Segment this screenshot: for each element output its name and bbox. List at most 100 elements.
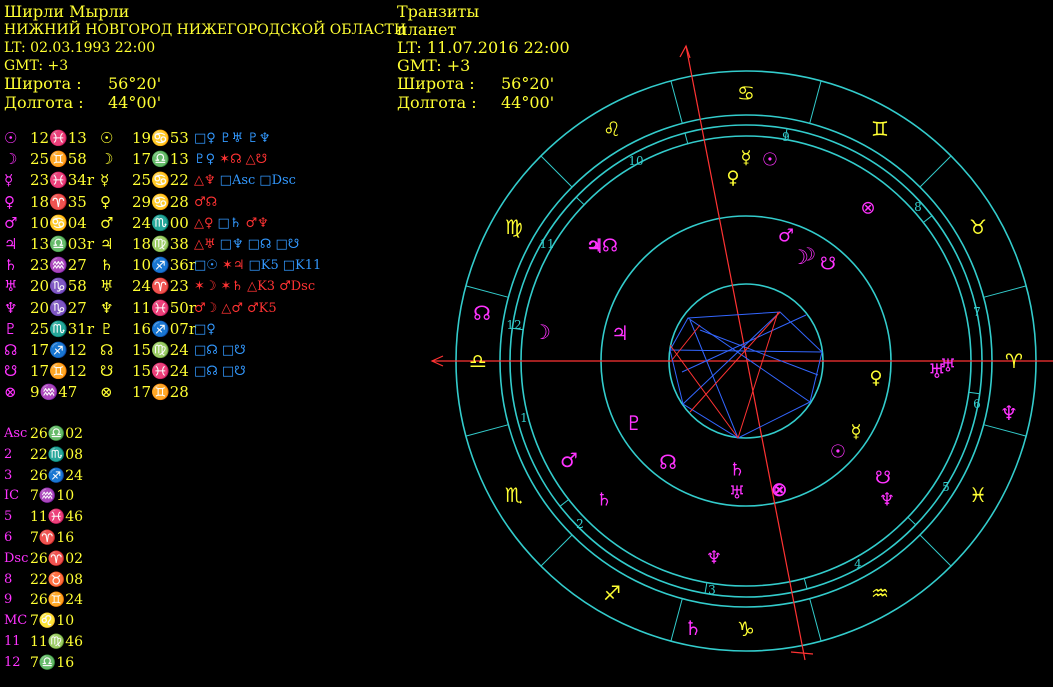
natal-position: 23♓34r bbox=[30, 171, 95, 190]
transit-position: 10♐36r bbox=[132, 256, 197, 275]
aspect-list: □☉ ✶♃ □K5 □K11 bbox=[194, 255, 325, 276]
aspect-item: □☉ bbox=[194, 258, 218, 274]
house-numbers: 123456789101112 bbox=[506, 130, 980, 597]
transit-planet-glyph: ☉ bbox=[762, 150, 778, 171]
house-cusp-tick bbox=[684, 132, 689, 144]
natal-planet-glyph: ☽ bbox=[533, 320, 551, 344]
natal-planet-glyph: ♅ bbox=[928, 359, 946, 383]
sign-divider bbox=[983, 285, 1027, 298]
transit-position: 17♎13 bbox=[132, 150, 189, 169]
natal-header: Ширли Мырли НИЖНИЙ НОВГОРОД НИЖЕГОРОДСКО… bbox=[4, 3, 406, 113]
longitude-value: 44°00' bbox=[108, 93, 162, 112]
transit-position: 19♋53 bbox=[132, 129, 189, 147]
house-cusp-tick bbox=[803, 578, 808, 590]
transit-planet-glyph: ⊗ bbox=[100, 383, 113, 402]
house-cusp-tick bbox=[575, 196, 585, 206]
transit-gmt: GMT: +3 bbox=[397, 56, 471, 75]
sign-divider bbox=[670, 80, 683, 124]
natal-planet-glyph: ♄ bbox=[4, 256, 18, 275]
house-number: 4 bbox=[854, 557, 862, 571]
cusp-label: 5 bbox=[4, 509, 13, 525]
transit-position: 17♊28 bbox=[132, 383, 189, 402]
house-cusp-tick bbox=[922, 215, 933, 223]
house-number: 8 bbox=[914, 200, 922, 214]
natal-position: 17♐12 bbox=[30, 340, 87, 359]
cusp-label: 6 bbox=[4, 529, 13, 545]
natal-planet-glyph: ♂ bbox=[560, 448, 578, 472]
transit-planet-glyph: ♀ bbox=[100, 192, 111, 211]
natal-position: 13♎03r bbox=[30, 234, 95, 253]
aspect-list: △♀ □♄ ♂♆ bbox=[194, 213, 273, 234]
transit-position: 25♋22 bbox=[132, 171, 189, 190]
sign-divider bbox=[465, 285, 509, 298]
zodiac-sign-glyph: ♓ bbox=[969, 483, 987, 507]
natal-planet-glyph: ☊ bbox=[473, 301, 491, 325]
transit-planet-glyph: ♃ bbox=[100, 234, 114, 253]
cusp-value: 26♊24 bbox=[30, 592, 84, 609]
transit-longitude-label: Долгота : bbox=[397, 93, 477, 112]
aspect-list: △♆ □Asc □Dsc bbox=[194, 170, 300, 191]
sign-divider bbox=[540, 534, 573, 567]
natal-planet-glyph: ⊗ bbox=[4, 383, 17, 402]
aspect-item: △♀ bbox=[194, 215, 214, 231]
transit-title: Транзиты bbox=[397, 2, 480, 21]
latitude-label: Широта : bbox=[4, 74, 82, 93]
natal-planet-glyph: ☋ bbox=[4, 362, 18, 381]
cusp-label: Dsc bbox=[4, 550, 29, 566]
natal-planet-glyph: ☿ bbox=[4, 171, 14, 190]
cusp-value: 22♏08 bbox=[30, 446, 84, 463]
transit-planet-glyph: ☉ bbox=[830, 442, 846, 463]
aspect-item: □☊ bbox=[194, 364, 218, 380]
aspect-item: □Dsc bbox=[259, 173, 296, 189]
house-number: 3 bbox=[708, 583, 716, 597]
house-number: 6 bbox=[973, 397, 981, 411]
birth-local-time: LT: 02.03.1993 22:00 bbox=[4, 40, 156, 56]
cusp-value: 7♒10 bbox=[30, 488, 75, 505]
sign-divider bbox=[983, 424, 1027, 437]
natal-position: 9♒47 bbox=[30, 383, 78, 402]
cusp-value: 11♓46 bbox=[30, 509, 84, 526]
natal-planet-glyph: ♃ bbox=[4, 234, 18, 253]
natal-position: 20♑27 bbox=[30, 298, 87, 317]
aspect-item: △♆ bbox=[194, 173, 216, 189]
transit-planet-glyph: ♀ bbox=[726, 168, 739, 189]
transit-latitude-value: 56°20' bbox=[501, 74, 555, 93]
aspect-list: ♂☽ △♂ ♂K5 bbox=[194, 298, 281, 319]
transit-planet-glyph: ♂ bbox=[100, 213, 114, 232]
aspect-item: ✶♃ bbox=[221, 258, 245, 274]
transit-planet-glyph: ♅ bbox=[100, 277, 114, 296]
house-number: 7 bbox=[973, 305, 981, 319]
sign-divider bbox=[809, 598, 822, 642]
aspect-list: ✶☽ ✶♄ △K3 ♂Dsc bbox=[194, 276, 319, 297]
natal-planet-glyph: ♆ bbox=[1000, 401, 1018, 425]
natal-planet-glyph: ☽ bbox=[4, 150, 18, 169]
aspect-item: △♂ bbox=[221, 300, 243, 316]
sign-divider bbox=[809, 80, 822, 124]
natal-planet-glyph: ♇ bbox=[625, 411, 643, 435]
transit-planet-glyphs: ☿ ☉♀⊗♂☽ ☋♅♀☿☉☋♆⊗♄♆♅♄♃ ☊ bbox=[586, 148, 956, 569]
aspect-item: □☋ bbox=[221, 364, 246, 380]
transit-planet-glyph: ☋ bbox=[820, 254, 836, 275]
aspect-item: ✶☽ bbox=[194, 279, 217, 295]
house-number: 10 bbox=[628, 154, 643, 168]
transit-position: 24♈23 bbox=[132, 277, 189, 296]
cusp-value: 26♐24 bbox=[30, 467, 84, 484]
zodiac-sign-glyph: ♉ bbox=[969, 215, 987, 239]
natal-planet-glyph: ☉ bbox=[4, 129, 18, 147]
transit-planet-glyph: ♄ bbox=[100, 256, 114, 275]
aspect-item: △K3 bbox=[247, 279, 276, 295]
aspect-item: □☋ bbox=[221, 342, 246, 358]
aspect-item: □♀ bbox=[194, 131, 216, 146]
cusp-label: Asc bbox=[4, 426, 28, 441]
cusp-label: 2 bbox=[4, 446, 13, 462]
natal-planet-glyph: ♂ bbox=[4, 213, 18, 232]
transit-position: 16♐07r bbox=[132, 319, 197, 338]
transit-position: 15♓24 bbox=[132, 362, 189, 381]
natal-planet-glyph: ♅ bbox=[4, 277, 18, 296]
house-number: 11 bbox=[539, 237, 554, 251]
cusp-label: 12 bbox=[4, 654, 21, 670]
house-number: 9 bbox=[782, 130, 790, 144]
aspect-item: □♆ bbox=[219, 236, 244, 252]
transit-subtitle: планет bbox=[397, 20, 457, 39]
transit-planet-glyph: ☿ bbox=[850, 422, 861, 443]
